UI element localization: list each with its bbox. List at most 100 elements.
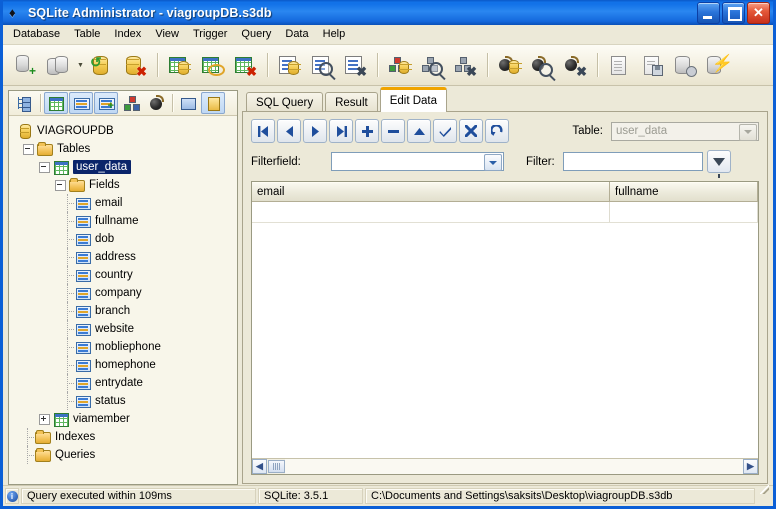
execute-icon[interactable]: ⚡	[702, 48, 734, 82]
cancel-edit-icon[interactable]	[459, 119, 483, 143]
drop-index-icon[interactable]: ✖	[449, 48, 481, 82]
insert-record-icon[interactable]	[355, 119, 379, 143]
edit-index-icon[interactable]	[416, 48, 448, 82]
tree-node-queries[interactable]: Queries	[9, 446, 237, 464]
database-settings-icon[interactable]	[669, 48, 701, 82]
tree-node-tables[interactable]: Tables	[9, 140, 237, 158]
menu-trigger[interactable]: Trigger	[186, 26, 234, 43]
edit-trigger-icon[interactable]	[526, 48, 558, 82]
filterfield-combo[interactable]	[331, 152, 504, 171]
tree-node-fields[interactable]: Fields	[9, 176, 237, 194]
delete-record-icon[interactable]	[381, 119, 405, 143]
grid-body[interactable]	[252, 202, 758, 458]
maximize-button[interactable]	[722, 2, 745, 24]
tree-node-field[interactable]: branch	[9, 302, 237, 320]
database-tree[interactable]: VIAGROUPDB Tables user_data	[9, 116, 237, 484]
menu-help[interactable]: Help	[316, 26, 353, 43]
tree-node-field[interactable]: mobliephone	[9, 338, 237, 356]
new-field-icon[interactable]: +	[94, 92, 118, 114]
menu-database[interactable]: Database	[6, 26, 67, 43]
menu-table[interactable]: Table	[67, 26, 107, 43]
new-table-icon[interactable]	[163, 48, 195, 82]
tree-node-field[interactable]: status	[9, 392, 237, 410]
drop-field-icon[interactable]: ✖	[339, 48, 371, 82]
tab-result[interactable]: Result	[325, 92, 378, 112]
scrollbar-track[interactable]	[285, 459, 743, 474]
tree-node-viagroupdb[interactable]: VIAGROUPDB	[9, 122, 237, 140]
save-query-icon[interactable]	[636, 48, 668, 82]
new-index-icon[interactable]	[383, 48, 415, 82]
menu-query[interactable]: Query	[234, 26, 278, 43]
expand-toggle[interactable]	[39, 414, 50, 425]
minimize-button[interactable]	[697, 2, 720, 24]
tree-node-indexes[interactable]: Indexes	[9, 428, 237, 446]
tree-node-field[interactable]: email	[9, 194, 237, 212]
tree-node-field[interactable]: address	[9, 248, 237, 266]
drop-trigger-icon[interactable]: ✖	[559, 48, 591, 82]
fields-icon[interactable]	[69, 92, 93, 114]
delete-database-icon[interactable]: ✖	[119, 48, 151, 82]
data-grid[interactable]: email fullname ◀ ▶	[251, 181, 759, 475]
scroll-right-icon[interactable]: ▶	[743, 459, 758, 474]
grid-cell-email[interactable]	[252, 202, 610, 222]
new-database-icon[interactable]: +	[9, 48, 41, 82]
queries-icon[interactable]	[201, 92, 225, 114]
tree-node-field[interactable]: homephone	[9, 356, 237, 374]
edit-field-icon[interactable]	[306, 48, 338, 82]
info-icon: i	[5, 488, 19, 504]
menu-data[interactable]: Data	[278, 26, 315, 43]
new-field-icon[interactable]	[273, 48, 305, 82]
title-bar[interactable]: ♦ SQLite Administrator - viagroupDB.s3db…	[3, 0, 773, 25]
tree-node-label: Tables	[57, 143, 90, 155]
horizontal-scrollbar[interactable]: ◀ ▶	[252, 458, 758, 474]
grid-column-header-fullname[interactable]: fullname	[610, 182, 758, 201]
scroll-left-icon[interactable]: ◀	[252, 459, 267, 474]
tab-edit-data[interactable]: Edit Data	[380, 87, 447, 112]
post-edit-icon[interactable]	[433, 119, 457, 143]
filter-funnel-icon[interactable]	[707, 150, 731, 173]
tree-node-field[interactable]: dob	[9, 230, 237, 248]
first-record-icon[interactable]	[251, 119, 275, 143]
tree-node-field[interactable]: website	[9, 320, 237, 338]
grid-cell-fullname[interactable]	[610, 202, 758, 222]
last-record-icon[interactable]	[329, 119, 353, 143]
tree-node-field[interactable]: country	[9, 266, 237, 284]
prior-record-icon[interactable]	[277, 119, 301, 143]
tables-icon[interactable]	[44, 92, 68, 114]
chevron-down-icon[interactable]	[739, 124, 757, 141]
close-button[interactable]: ✕	[747, 2, 770, 24]
tree-node-field[interactable]: entrydate	[9, 374, 237, 392]
collapse-toggle[interactable]	[39, 162, 50, 173]
refresh-data-icon[interactable]	[485, 119, 509, 143]
treeview-icon[interactable]	[12, 92, 36, 114]
tree-node-field[interactable]: fullname	[9, 212, 237, 230]
menu-index[interactable]: Index	[107, 26, 148, 43]
next-record-icon[interactable]	[303, 119, 327, 143]
filter-input[interactable]	[563, 152, 703, 171]
indexes-icon[interactable]	[119, 92, 143, 114]
drop-table-icon[interactable]: ✖	[229, 48, 261, 82]
edit-table-icon[interactable]	[196, 48, 228, 82]
chevron-down-icon[interactable]	[484, 154, 502, 171]
main-body: +	[3, 86, 773, 485]
new-trigger-icon[interactable]	[493, 48, 525, 82]
table-selector-combo[interactable]: user_data	[611, 122, 759, 141]
open-database-dropdown-icon[interactable]: ▼	[75, 49, 86, 81]
grid-column-header-email[interactable]: email	[252, 182, 610, 201]
collapse-toggle[interactable]	[23, 144, 34, 155]
tab-sql-query[interactable]: SQL Query	[246, 92, 323, 112]
open-database-icon[interactable]	[42, 48, 74, 82]
tree-node-viamember[interactable]: viamember	[9, 410, 237, 428]
new-query-icon[interactable]	[603, 48, 635, 82]
views-icon[interactable]	[176, 92, 200, 114]
tree-node-user-data[interactable]: user_data	[9, 158, 237, 176]
app-icon[interactable]: ♦	[7, 5, 23, 21]
triggers-icon[interactable]	[144, 92, 168, 114]
table-row[interactable]	[252, 202, 758, 223]
refresh-database-icon[interactable]: ↺	[86, 48, 118, 82]
collapse-toggle[interactable]	[55, 180, 66, 191]
scrollbar-thumb[interactable]	[268, 460, 285, 473]
edit-record-icon[interactable]	[407, 119, 431, 143]
tree-node-field[interactable]: company	[9, 284, 237, 302]
menu-view[interactable]: View	[148, 26, 186, 43]
